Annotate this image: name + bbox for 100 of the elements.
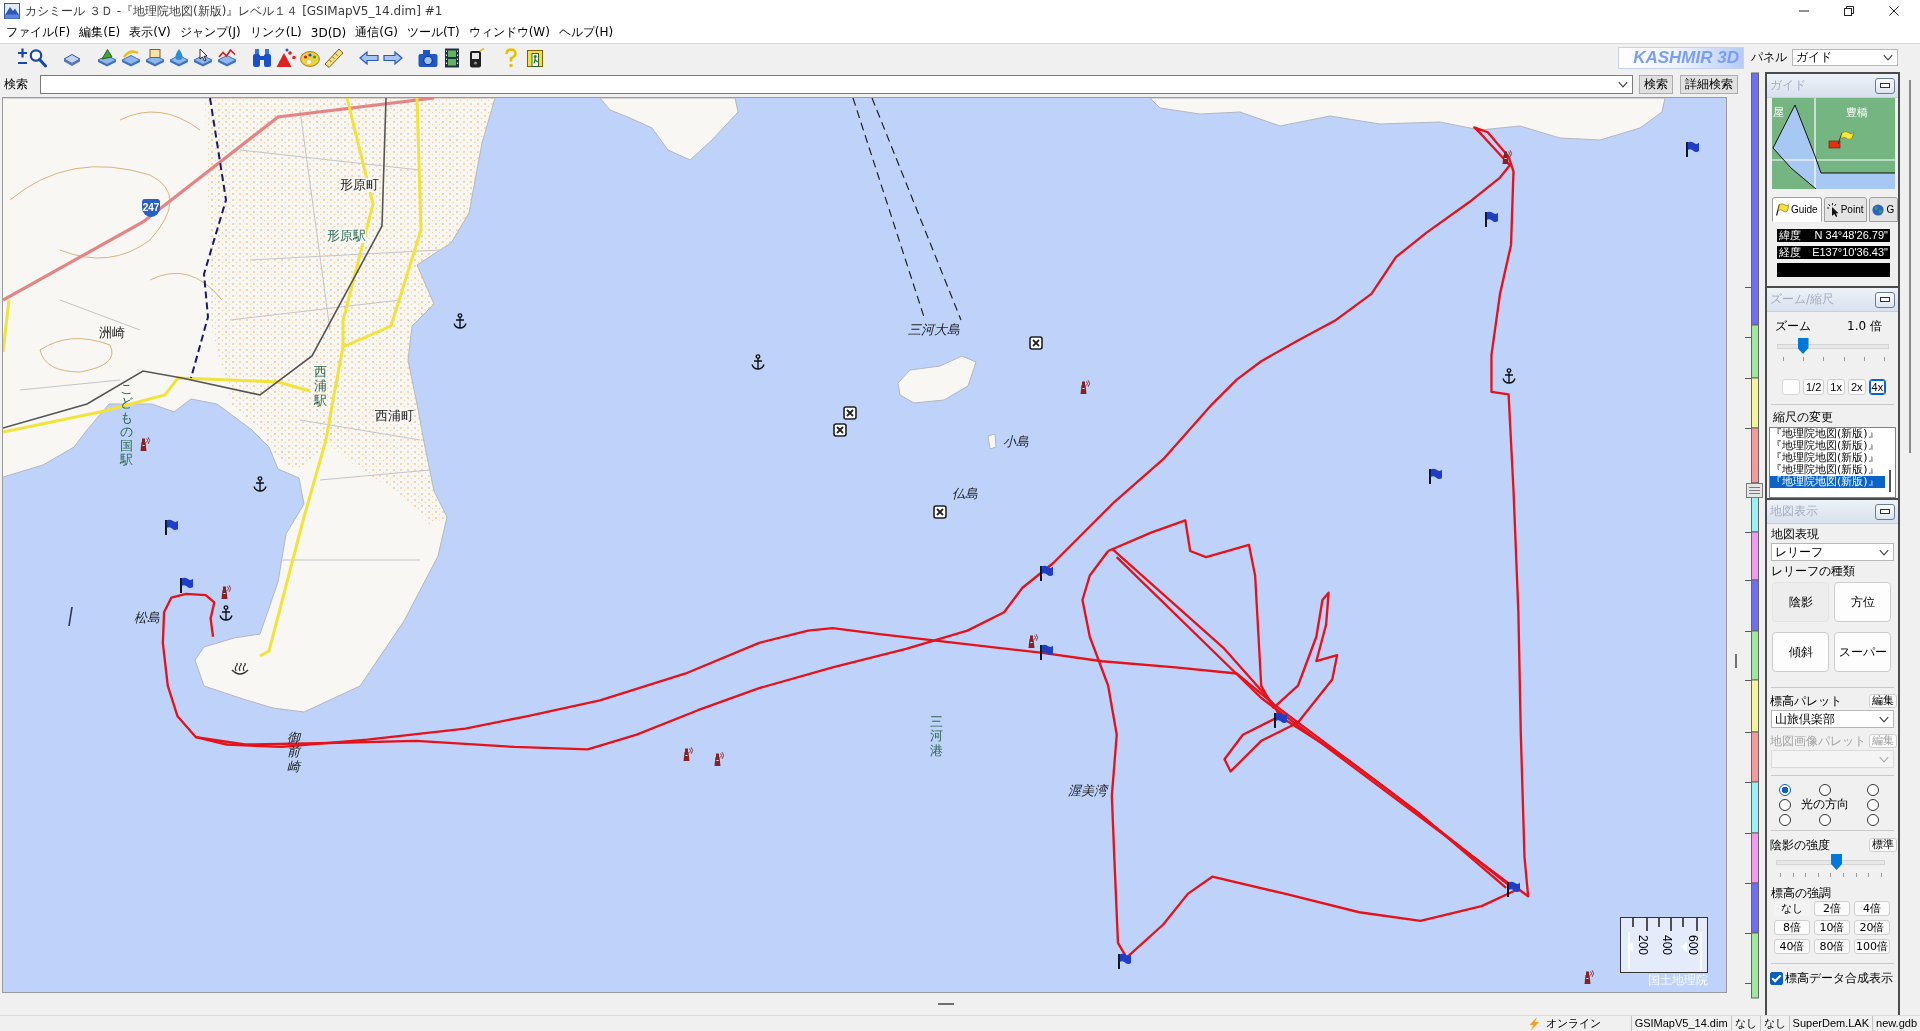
scale-button[interactable]: 2x — [1847, 379, 1866, 395]
list-item[interactable]: 『地理院地図(新版)』 — [1770, 440, 1885, 452]
panel-tab[interactable]: G — [1869, 197, 1898, 222]
menu-item[interactable]: ウィンドウ(W) — [468, 24, 550, 41]
slider-thumb[interactable] — [1797, 338, 1809, 354]
light-direction-label: 光の方向 — [1801, 796, 1849, 813]
panel-label: パネル — [1751, 49, 1787, 66]
place-label: 西浦町 — [375, 409, 414, 424]
triangle-marker-icon — [1681, 942, 1687, 952]
curve-layer-icon[interactable] — [121, 47, 141, 68]
collapse-button[interactable] — [1875, 503, 1895, 520]
panel-tab[interactable]: Guide — [1772, 197, 1822, 222]
panel-tab[interactable]: Point — [1823, 197, 1868, 222]
map-style-dropdown[interactable]: レリーフ — [1771, 543, 1894, 561]
flag-icon — [179, 577, 193, 593]
radio-button[interactable] — [1867, 798, 1879, 811]
scrollbar-thumb[interactable] — [1909, 80, 1911, 453]
place-label: 松島 — [134, 611, 160, 626]
relief-button[interactable]: スーパー — [1834, 632, 1891, 672]
menu-item[interactable]: リンク(L) — [249, 24, 302, 41]
advanced-search-button[interactable]: 詳細検索 — [1680, 74, 1738, 94]
exaggeration-button[interactable]: 4倍 — [1854, 901, 1890, 916]
scale-list-label: 縮尺の変更 — [1772, 410, 1834, 424]
checkbox[interactable] — [1770, 972, 1783, 985]
search-button[interactable]: 検索 — [1639, 74, 1673, 94]
zoom-label: ズーム — [1775, 319, 1811, 333]
shade-slider[interactable] — [1776, 854, 1885, 870]
collapse-button[interactable] — [1875, 77, 1895, 94]
collapse-button[interactable] — [1875, 291, 1895, 308]
radio-button[interactable] — [1779, 798, 1791, 811]
list-item[interactable]: 『地理院地図(新版)』 — [1770, 428, 1885, 440]
relief-button[interactable]: 陰影 — [1772, 582, 1829, 622]
menu-item[interactable]: 通信(G) — [355, 24, 398, 41]
search-field[interactable] — [39, 74, 1633, 94]
exaggeration-button[interactable]: 10倍 — [1814, 920, 1850, 935]
flag-icon — [1428, 468, 1442, 484]
square-marker-icon — [1029, 336, 1043, 350]
status-cell: なし — [1759, 1016, 1789, 1031]
collapse-icon — [1880, 509, 1890, 514]
slider-thumb[interactable] — [1831, 854, 1843, 870]
list-item[interactable]: 『地理院地図(新版)』 — [1770, 476, 1885, 488]
drop-layer-icon[interactable] — [169, 47, 189, 68]
exaggeration-button[interactable]: 8倍 — [1774, 920, 1810, 935]
exit-icon[interactable] — [525, 47, 545, 68]
exaggeration-button[interactable]: 2倍 — [1814, 901, 1850, 916]
close-icon[interactable] — [1889, 6, 1899, 16]
radio-button[interactable] — [1867, 783, 1879, 796]
route-number-sign: 247 — [142, 199, 160, 217]
splitter-handle[interactable] — [1746, 483, 1763, 498]
place-label: 形原町 — [340, 178, 379, 193]
mountain-icon[interactable] — [276, 47, 296, 68]
radio-button[interactable] — [1819, 783, 1831, 796]
scrollbar-thumb[interactable] — [1889, 470, 1891, 492]
relief-button[interactable]: 傾斜 — [1772, 632, 1829, 672]
scale-button[interactable]: 4x — [1868, 379, 1887, 395]
flag-icon — [1685, 141, 1699, 157]
flag-icon — [1039, 565, 1053, 581]
hill-layer-icon[interactable] — [97, 47, 117, 68]
exaggeration-button[interactable]: 100倍 — [1854, 939, 1890, 954]
exaggeration-button[interactable]: 80倍 — [1814, 939, 1850, 954]
restore-icon[interactable] — [1844, 6, 1854, 16]
list-item[interactable]: 『地理院地図(新版)』 — [1770, 464, 1885, 476]
board-layer-icon[interactable] — [145, 47, 165, 68]
chart-layer-icon[interactable] — [217, 47, 237, 68]
radio-button[interactable] — [1819, 813, 1831, 826]
menu-item[interactable]: ジャンプ(J) — [179, 24, 241, 41]
film-icon[interactable] — [442, 47, 462, 68]
exaggeration-button[interactable]: 20倍 — [1854, 920, 1890, 935]
radio-button[interactable] — [1779, 783, 1791, 796]
place-label: 形原駅 — [327, 229, 366, 244]
radio-button[interactable] — [1779, 813, 1791, 826]
ruler-icon[interactable] — [324, 47, 344, 68]
relief-button[interactable]: 方位 — [1834, 582, 1891, 622]
menu-item[interactable]: 3D(D) — [310, 25, 347, 40]
place-label: 小島 — [1003, 435, 1029, 450]
status-cell: GSIMapV5_14.dim — [1630, 1016, 1731, 1031]
menu-item[interactable]: ツール(T) — [406, 24, 460, 41]
zoom-slider[interactable] — [1777, 338, 1889, 354]
exaggeration-button[interactable]: 40倍 — [1774, 939, 1810, 954]
cursor-layer-icon[interactable] — [193, 47, 213, 68]
checkbox-label: 標高データ合成表示 — [1785, 970, 1893, 987]
place-label: 洲崎 — [99, 326, 125, 341]
list-item[interactable]: 『地理院地図(新版)』 — [1770, 452, 1885, 464]
zoom-icon[interactable] — [17, 47, 47, 68]
menu-item[interactable]: ヘルプ(H) — [558, 24, 614, 41]
panel-title: ガイド — [1770, 77, 1806, 94]
panel-dropdown[interactable]: ガイド — [1792, 49, 1898, 66]
radio-button[interactable] — [1867, 813, 1879, 826]
menu-item[interactable]: 表示(V) — [129, 24, 171, 41]
flag-icon — [1775, 203, 1789, 216]
menu-item[interactable]: 編集(E) — [79, 24, 121, 41]
scale-button[interactable]: 1/2 — [1803, 379, 1825, 395]
edit-button[interactable]: 編集 — [1869, 693, 1897, 708]
scale-button[interactable]: 1x — [1827, 379, 1845, 395]
binoculars-icon[interactable] — [252, 47, 272, 68]
place-label: 三河港 — [930, 715, 943, 758]
camera-icon[interactable] — [418, 47, 438, 68]
reset-button[interactable]: 標準 — [1869, 837, 1897, 852]
palette-dropdown[interactable]: 山旅倶楽部 — [1771, 710, 1894, 728]
menu-item[interactable]: ファイル(F) — [6, 24, 71, 41]
